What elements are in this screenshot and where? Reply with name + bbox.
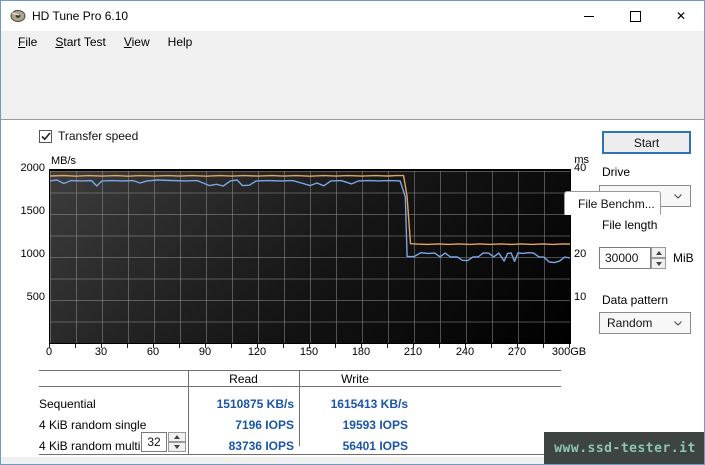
queue-depth-spinner	[168, 432, 186, 452]
tab-bar: ◁ Benchmark Info Health	[1, 96, 704, 215]
file-length-unit: MiB	[673, 251, 694, 265]
start-button[interactable]: Start	[602, 131, 691, 154]
maximize-button[interactable]	[612, 1, 658, 31]
triangle-down-icon	[174, 445, 180, 449]
file-benchmark-page	[1, 119, 704, 464]
app-disk-icon	[10, 10, 26, 22]
table-bottom-line	[39, 454, 561, 455]
col-header-read: Read	[229, 372, 258, 386]
spin-up-button[interactable]	[168, 432, 186, 442]
data-pattern-value: Random	[607, 316, 653, 330]
minimize-button[interactable]	[566, 1, 612, 31]
menu-help[interactable]: Help	[159, 33, 202, 51]
row-label-random-single: 4 KiB random single	[39, 418, 147, 432]
menu-start-test[interactable]: Start Test	[46, 33, 114, 51]
close-icon: ✕	[675, 9, 687, 23]
check-icon	[40, 131, 51, 140]
data-pattern-label: Data pattern	[602, 293, 669, 307]
maximize-icon	[629, 10, 641, 22]
sequential-read-value: 1510875 KB/s	[216, 397, 294, 411]
file-length-input[interactable]: 30000	[599, 247, 651, 269]
drive-label: Drive	[602, 165, 631, 179]
file-length-spinner	[651, 247, 666, 269]
transfer-speed-label: Transfer speed	[58, 129, 139, 143]
minimize-icon	[584, 15, 594, 17]
col-header-write: Write	[341, 372, 369, 386]
menu-view[interactable]: View	[115, 33, 159, 51]
window-title: HD Tune Pro 6.10	[32, 9, 129, 23]
tab-file-benchmark[interactable]: File Benchm...	[564, 191, 661, 215]
random-multi-write-value: 56401 IOPS	[342, 439, 408, 453]
data-pattern-dropdown[interactable]: Random	[599, 312, 691, 334]
start-label: Start	[633, 135, 660, 150]
hd-tune-window: HD Tune Pro 6.10 ✕ File Start Test View …	[0, 0, 705, 465]
spin-down-button[interactable]	[651, 258, 666, 269]
random-single-write-value: 19593 IOPS	[342, 418, 408, 432]
ssd-tester-watermark: www.ssd-tester.it	[544, 432, 704, 464]
queue-depth-input[interactable]: 32	[141, 432, 167, 452]
menu-file[interactable]: File	[9, 33, 46, 51]
triangle-up-icon	[174, 435, 180, 439]
sequential-write-value: 1615413 KB/s	[330, 397, 408, 411]
queue-depth-value: 32	[147, 435, 161, 449]
title-bar: HD Tune Pro 6.10 ✕	[1, 1, 704, 31]
toolbar: GIGABYTE GP-VSD1TB 104°F	[1, 53, 704, 141]
transfer-speed-option: Transfer speed	[39, 129, 138, 143]
random-multi-read-value: 83736 IOPS	[228, 439, 294, 453]
row-label-random-multi: 4 KiB random multi	[39, 439, 141, 453]
triangle-up-icon	[655, 250, 662, 255]
table-top-line	[39, 370, 561, 371]
file-length-value: 30000	[605, 251, 639, 265]
tab-label: File Benchm...	[578, 196, 655, 211]
row-label-sequential: Sequential	[39, 397, 96, 411]
random-single-read-value: 7196 IOPS	[235, 418, 294, 432]
table-header-line	[39, 386, 561, 387]
close-button[interactable]: ✕	[658, 1, 704, 31]
chevron-down-icon	[674, 193, 682, 199]
file-length-label: File length	[602, 218, 658, 232]
spin-down-button[interactable]	[168, 442, 186, 452]
spin-up-button[interactable]	[651, 247, 666, 258]
triangle-down-icon	[655, 261, 662, 266]
menu-bar: File Start Test View Help	[1, 31, 704, 53]
transfer-speed-checkbox[interactable]	[39, 129, 52, 143]
chevron-down-icon	[674, 320, 682, 326]
